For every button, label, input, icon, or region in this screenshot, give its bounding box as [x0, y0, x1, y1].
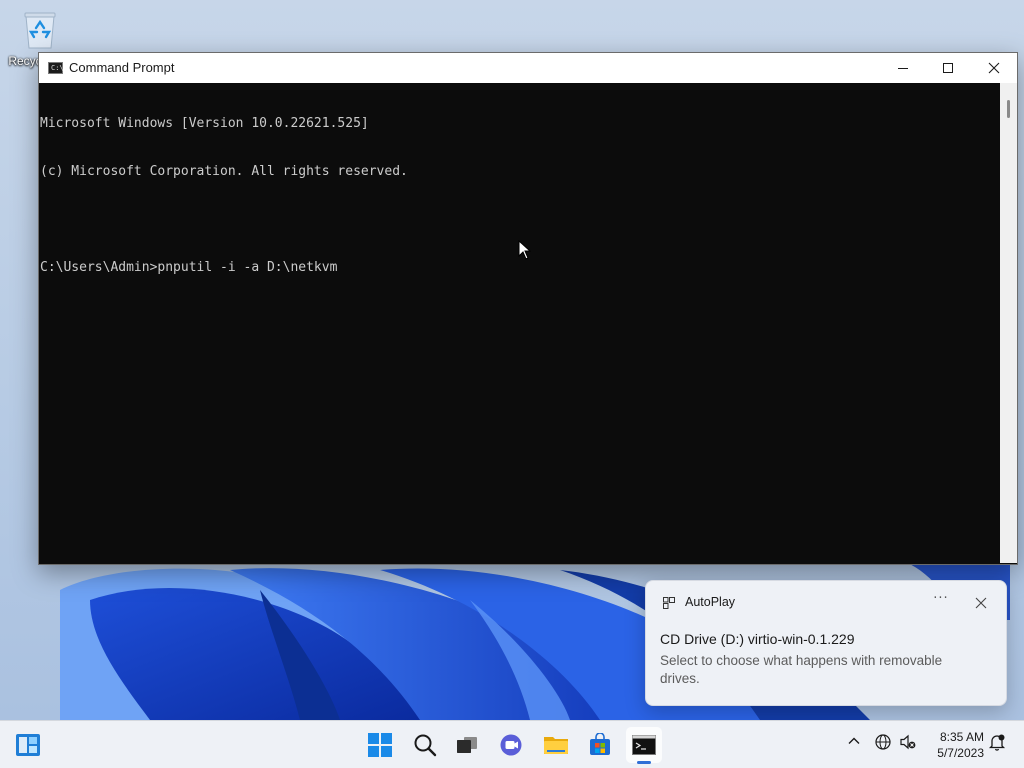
- microsoft-store-button[interactable]: [582, 727, 618, 763]
- notification-close-button[interactable]: [971, 593, 991, 613]
- maximize-icon: [943, 63, 953, 73]
- close-icon: [988, 62, 1000, 74]
- widgets-icon: [16, 734, 40, 756]
- command-prompt-window[interactable]: C:\ Command Prompt Microsoft Windows [Ve…: [38, 52, 1018, 565]
- network-globe-icon: [875, 734, 891, 750]
- chat-icon: [500, 734, 522, 756]
- console-prompt-line: C:\Users\Admin>pnputil -i -a D:\netkvm: [40, 260, 338, 275]
- close-icon: [975, 597, 987, 609]
- system-clock[interactable]: 8:35 AM 5/7/2023: [924, 729, 984, 761]
- maximize-button[interactable]: [925, 53, 971, 83]
- notification-bell-icon: [988, 734, 1006, 751]
- store-icon: [590, 733, 610, 755]
- autoplay-icon: [663, 597, 675, 609]
- network-status-button[interactable]: [874, 733, 892, 755]
- autoplay-notification[interactable]: AutoPlay ··· CD Drive (D:) virtio-win-0.…: [645, 580, 1007, 706]
- folder-icon: [544, 737, 568, 754]
- scrollbar-thumb[interactable]: [1007, 100, 1010, 118]
- console-output[interactable]: Microsoft Windows [Version 10.0.22621.52…: [39, 83, 999, 563]
- task-view-button[interactable]: [449, 727, 485, 763]
- minimize-button[interactable]: [880, 53, 926, 83]
- windows-logo-icon: [368, 733, 392, 757]
- widgets-button[interactable]: [10, 727, 46, 763]
- terminal-icon: [632, 735, 656, 755]
- vertical-scrollbar[interactable]: [1000, 83, 1017, 563]
- mouse-pointer-icon: [518, 240, 532, 260]
- close-button[interactable]: [971, 53, 1017, 83]
- start-button[interactable]: [362, 727, 398, 763]
- chevron-up-icon: [848, 737, 860, 744]
- show-hidden-icons-button[interactable]: [846, 733, 862, 753]
- more-options-button[interactable]: ···: [932, 591, 950, 611]
- window-title: Command Prompt: [69, 60, 175, 75]
- minimize-icon: [898, 68, 908, 69]
- window-titlebar[interactable]: C:\ Command Prompt: [39, 53, 1017, 83]
- taskbar: 8:35 AM 5/7/2023: [0, 720, 1024, 768]
- speaker-muted-icon: [900, 734, 916, 750]
- recycle-bin-icon: [22, 10, 58, 50]
- clock-date: 5/7/2023: [937, 746, 984, 760]
- notification-app-name: AutoPlay: [685, 595, 736, 609]
- task-view-icon: [457, 737, 477, 753]
- chat-button[interactable]: [494, 727, 530, 763]
- notification-headline: CD Drive (D:) virtio-win-0.1.229: [660, 631, 855, 647]
- search-icon: [414, 734, 437, 757]
- file-explorer-button[interactable]: [538, 727, 574, 763]
- active-app-indicator: [637, 761, 651, 764]
- taskbar-command-prompt[interactable]: [626, 727, 662, 764]
- console-line: Microsoft Windows [Version 10.0.22621.52…: [40, 116, 369, 131]
- search-button[interactable]: [407, 727, 443, 763]
- console-line: (c) Microsoft Corporation. All rights re…: [40, 164, 408, 179]
- notification-body: Select to choose what happens with remov…: [660, 653, 943, 686]
- cmd-app-icon: C:\: [48, 62, 64, 74]
- volume-button[interactable]: [899, 733, 917, 755]
- clock-time: 8:35 AM: [939, 730, 984, 744]
- notifications-button[interactable]: [988, 733, 1006, 755]
